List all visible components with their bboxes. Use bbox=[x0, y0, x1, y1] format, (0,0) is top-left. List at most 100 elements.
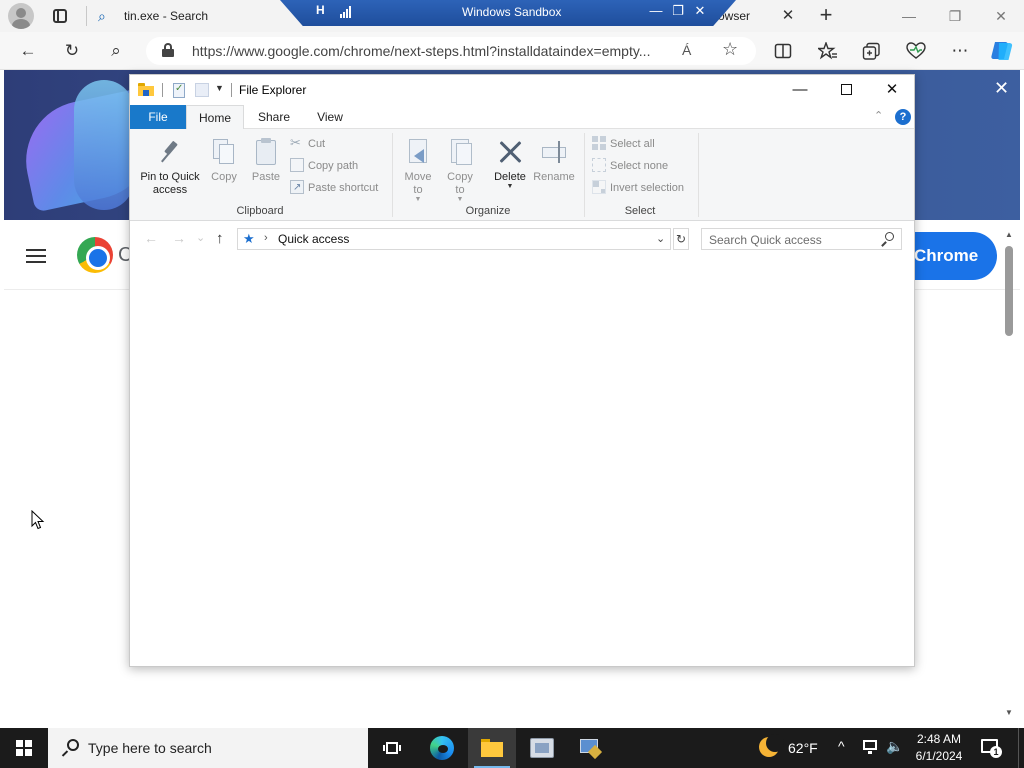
browser-tab-search[interactable]: ⌕ tin.exe - Search bbox=[92, 3, 282, 29]
maximize-button[interactable] bbox=[823, 75, 869, 105]
pin-icon[interactable]: H bbox=[316, 3, 325, 17]
paste-shortcut-button[interactable]: Paste shortcut bbox=[290, 179, 378, 197]
task-view-button[interactable] bbox=[368, 728, 416, 768]
notification-center-icon[interactable]: 1 bbox=[980, 738, 1002, 758]
taskbar-file-explorer-button[interactable] bbox=[468, 728, 516, 768]
browser-restore-button[interactable]: ❐ bbox=[932, 0, 978, 32]
up-arrow-icon[interactable]: ↑ bbox=[216, 230, 224, 247]
copy-path-label: Copy path bbox=[308, 160, 359, 172]
read-aloud-icon[interactable]: Á bbox=[682, 42, 691, 58]
sandbox-close-button[interactable]: ✕ bbox=[690, 3, 710, 19]
help-icon[interactable]: ? bbox=[895, 109, 911, 125]
invert-selection-button[interactable]: Invert selection bbox=[592, 179, 684, 197]
tab-home[interactable]: Home bbox=[186, 105, 244, 130]
notification-count-badge: 1 bbox=[990, 746, 1002, 758]
sandbox-icon bbox=[530, 738, 554, 758]
browser-essentials-icon[interactable] bbox=[906, 42, 926, 60]
refresh-icon[interactable]: ↻ bbox=[58, 38, 86, 64]
ribbon-group-divider bbox=[698, 133, 699, 217]
scrollbar-thumb[interactable] bbox=[1005, 246, 1013, 336]
page-scrollbar[interactable]: ▲ ▼ bbox=[1003, 230, 1015, 724]
back-arrow-icon[interactable]: ← bbox=[144, 230, 158, 246]
taskbar-remote-desktop-button[interactable] bbox=[566, 728, 614, 768]
delete-label: Delete bbox=[494, 171, 526, 183]
profile-avatar-icon[interactable] bbox=[8, 3, 34, 29]
minimize-button[interactable]: — bbox=[777, 75, 823, 105]
search-icon bbox=[61, 739, 80, 757]
weather-temperature[interactable]: 62°F bbox=[788, 740, 818, 756]
rename-button[interactable]: Rename bbox=[532, 137, 576, 184]
tab-view[interactable]: View bbox=[302, 105, 358, 129]
tab-actions-icon[interactable] bbox=[48, 5, 72, 27]
banner-close-icon[interactable]: ✕ bbox=[994, 78, 1009, 99]
customize-toolbar-dropdown-icon[interactable]: ▼ bbox=[215, 83, 224, 93]
delete-button[interactable]: Delete ▼ bbox=[490, 137, 530, 190]
sandbox-restore-button[interactable]: ❐ bbox=[668, 3, 688, 19]
scroll-down-arrow-icon[interactable]: ▼ bbox=[1003, 708, 1015, 717]
more-options-icon[interactable]: ⋯ bbox=[946, 38, 974, 64]
taskbar-edge-button[interactable] bbox=[418, 728, 466, 768]
paste-button[interactable]: Paste bbox=[246, 137, 286, 184]
menu-icon[interactable] bbox=[26, 249, 46, 263]
browser-minimize-button[interactable]: — bbox=[886, 0, 932, 32]
ribbon-group-divider bbox=[392, 133, 393, 217]
breadcrumb-quick-access[interactable]: Quick access bbox=[278, 232, 349, 246]
start-button[interactable] bbox=[0, 728, 48, 768]
refresh-icon[interactable]: ↻ bbox=[673, 228, 689, 250]
paste-icon bbox=[252, 137, 280, 167]
scroll-up-arrow-icon[interactable]: ▲ bbox=[1003, 230, 1015, 239]
lock-icon[interactable] bbox=[162, 43, 174, 57]
chrome-logo-icon[interactable] bbox=[77, 237, 113, 273]
delete-x-icon bbox=[496, 137, 524, 167]
weather-moon-icon[interactable] bbox=[756, 734, 784, 760]
browser-close-button[interactable]: ✕ bbox=[978, 0, 1024, 32]
taskbar-sandbox-button[interactable] bbox=[518, 728, 566, 768]
select-none-button[interactable]: Select none bbox=[592, 157, 668, 175]
new-folder-icon[interactable] bbox=[195, 83, 209, 97]
address-bar[interactable]: https://www.google.com/chrome/next-steps… bbox=[146, 37, 756, 65]
show-hidden-icons-icon[interactable]: ^ bbox=[838, 738, 845, 754]
split-screen-icon[interactable] bbox=[774, 42, 792, 60]
recent-locations-icon[interactable]: ⌄ bbox=[196, 231, 205, 244]
copilot-icon[interactable] bbox=[989, 39, 1015, 63]
address-dropdown-icon[interactable]: ⌄ bbox=[656, 232, 665, 245]
search-icon: ⌕ bbox=[98, 7, 106, 24]
collapse-ribbon-icon[interactable]: ⌃ bbox=[874, 109, 883, 122]
select-all-button[interactable]: Select all bbox=[592, 135, 655, 153]
breadcrumb-chevron-icon[interactable]: › bbox=[264, 232, 268, 244]
search-icon[interactable]: ⌕ bbox=[102, 38, 130, 64]
favorites-icon[interactable] bbox=[818, 42, 838, 60]
file-explorer-titlebar[interactable]: ▼ File Explorer — ✕ bbox=[130, 75, 914, 105]
url-text[interactable]: https://www.google.com/chrome/next-steps… bbox=[192, 43, 650, 59]
quick-access-separator bbox=[162, 83, 163, 97]
copy-path-button[interactable]: Copy path bbox=[290, 157, 358, 175]
tab-share[interactable]: Share bbox=[246, 105, 302, 129]
copy-button[interactable]: Copy bbox=[206, 137, 242, 184]
move-to-button[interactable]: Move to ▼ bbox=[398, 137, 438, 203]
quick-access-star-icon: ★ bbox=[243, 231, 255, 246]
cut-label: Cut bbox=[308, 138, 326, 150]
address-box[interactable]: ★ › Quick access ⌄ bbox=[237, 228, 671, 250]
network-icon[interactable] bbox=[862, 740, 880, 755]
back-arrow-icon[interactable]: ← bbox=[14, 38, 42, 64]
clock[interactable]: 2:48 AM 6/1/2024 bbox=[906, 731, 972, 765]
close-button[interactable]: ✕ bbox=[869, 75, 915, 105]
sandbox-minimize-button[interactable]: — bbox=[646, 3, 666, 18]
move-to-label-line1: Move bbox=[404, 171, 432, 183]
show-desktop-button[interactable] bbox=[1018, 728, 1024, 768]
volume-icon[interactable]: 🔈 bbox=[886, 738, 903, 755]
tab-file[interactable]: File bbox=[130, 105, 186, 129]
forward-arrow-icon[interactable]: → bbox=[172, 230, 186, 246]
pin-to-quick-access-button[interactable]: Pin to Quick access bbox=[136, 137, 204, 197]
file-list-area[interactable] bbox=[130, 257, 914, 666]
taskbar-search-box[interactable]: Type here to search bbox=[48, 728, 368, 768]
new-tab-button[interactable]: + bbox=[814, 4, 838, 28]
copy-to-button[interactable]: Copy to ▼ bbox=[440, 137, 480, 203]
properties-icon[interactable] bbox=[173, 83, 185, 98]
paste-shortcut-icon bbox=[290, 179, 304, 197]
close-tab-button[interactable]: ✕ bbox=[778, 6, 798, 26]
favorite-star-icon[interactable]: ☆ bbox=[722, 39, 738, 60]
collections-icon[interactable] bbox=[862, 42, 882, 60]
cut-button[interactable]: Cut bbox=[290, 134, 326, 153]
search-quick-access-input[interactable]: Search Quick access bbox=[701, 228, 902, 250]
